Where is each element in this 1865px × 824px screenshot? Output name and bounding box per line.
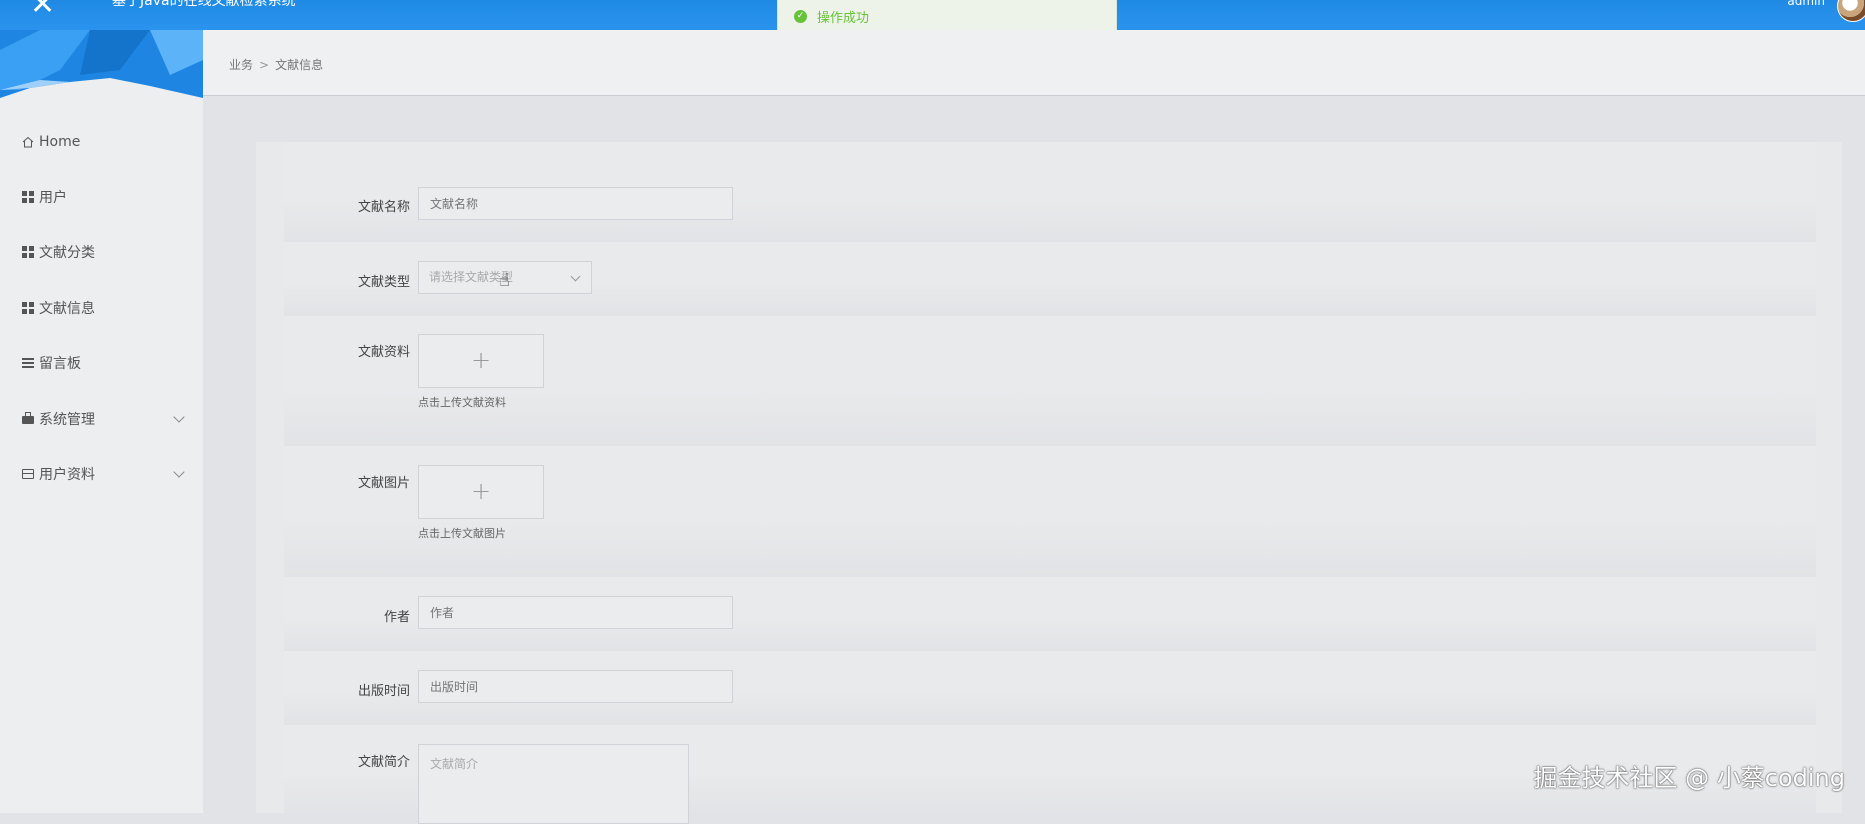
- toast-message: 操作成功: [817, 11, 870, 26]
- file-label: 文献资料: [357, 345, 410, 360]
- sidebar-item-label: 文献分类: [39, 245, 95, 262]
- intro-label: 文献简介: [357, 755, 410, 770]
- form-row-name: 文献名称: [284, 142, 1816, 243]
- sidebar-item-literature[interactable]: 文献信息: [0, 280, 203, 335]
- form-row-image: 文献图片 + 点击上传文献图片: [284, 446, 1816, 578]
- name-input[interactable]: [418, 187, 733, 220]
- breadcrumb: 业务 > 文献信息: [229, 56, 323, 73]
- close-icon[interactable]: ✕: [30, 0, 55, 20]
- publish-time-label: 出版时间: [357, 684, 410, 699]
- sidebar-item-home[interactable]: Home: [0, 114, 203, 169]
- check-circle-icon: ✓: [794, 10, 807, 23]
- name-label: 文献名称: [357, 200, 410, 215]
- hand-cursor-icon: ☝: [499, 270, 510, 291]
- image-upload-tip: 点击上传文献图片: [418, 527, 506, 540]
- chevron-down-icon: [173, 466, 185, 479]
- author-input[interactable]: [418, 596, 733, 629]
- grid-icon: [21, 245, 35, 259]
- plus-icon: +: [470, 346, 492, 374]
- breadcrumb-current: 文献信息: [275, 58, 324, 72]
- sidebar-item-label: 用户: [39, 190, 67, 207]
- breadcrumb-separator: >: [259, 58, 270, 72]
- avatar[interactable]: [1837, 0, 1865, 22]
- sidebar-banner: [0, 30, 203, 98]
- sidebar-item-system[interactable]: 系统管理: [0, 391, 203, 446]
- sidebar-item-messages[interactable]: 留言板: [0, 336, 203, 391]
- author-label: 作者: [383, 610, 410, 625]
- sidebar-item-label: 用户资料: [39, 467, 95, 484]
- watermark: 掘金技术社区 @ 小蔡coding: [1533, 764, 1845, 792]
- home-icon: [21, 135, 35, 149]
- app-title: 基于Java的在线文献检索系统: [112, 0, 296, 9]
- sidebar-item-label: 系统管理: [39, 411, 95, 428]
- publish-time-input[interactable]: [418, 670, 733, 703]
- briefcase-icon: [21, 412, 35, 426]
- chevron-down-icon: [570, 271, 581, 282]
- grid-icon: [21, 301, 35, 315]
- type-label: 文献类型: [357, 275, 410, 290]
- sidebar: Home 用户 文献分类 文献信息 留言板 系统管理 用户资料: [0, 30, 203, 813]
- sidebar-item-category[interactable]: 文献分类: [0, 225, 203, 280]
- breadcrumb-bar: 业务 > 文献信息: [203, 30, 1865, 96]
- user-name[interactable]: admin: [1787, 0, 1825, 8]
- success-toast: ✓ 操作成功: [777, 0, 1117, 34]
- sidebar-item-label: Home: [39, 133, 81, 150]
- form-row-file: 文献资料 + 点击上传文献资料: [284, 316, 1816, 447]
- list-icon: [21, 356, 35, 370]
- sidebar-item-label: 留言板: [39, 356, 81, 373]
- form-row-author: 作者: [284, 577, 1816, 652]
- form-row-publish-time: 出版时间: [284, 651, 1816, 726]
- image-upload-button[interactable]: +: [418, 465, 544, 519]
- file-upload-tip: 点击上传文献资料: [418, 396, 506, 409]
- grid-icon: [21, 190, 35, 204]
- file-upload-button[interactable]: +: [418, 334, 544, 388]
- sidebar-item-users[interactable]: 用户: [0, 169, 203, 224]
- breadcrumb-parent[interactable]: 业务: [229, 58, 253, 72]
- intro-placeholder: 文献简介: [430, 757, 479, 771]
- form-row-type: 文献类型 请选择文献类型 ☝: [284, 242, 1816, 317]
- sidebar-menu: Home 用户 文献分类 文献信息 留言板 系统管理 用户资料: [0, 114, 203, 502]
- form-card: 文献名称 文献类型 请选择文献类型 ☝ 文献资料 + 点击上传文献资料 文献图片…: [256, 142, 1842, 824]
- plus-icon: +: [470, 477, 492, 505]
- intro-textarea[interactable]: 文献简介: [418, 744, 689, 824]
- type-select[interactable]: 请选择文献类型 ☝: [418, 261, 592, 294]
- chevron-down-icon: [173, 411, 185, 423]
- sidebar-item-profile[interactable]: 用户资料: [0, 446, 203, 501]
- card-icon: [21, 467, 35, 481]
- image-label: 文献图片: [357, 476, 410, 491]
- sidebar-item-label: 文献信息: [39, 300, 95, 317]
